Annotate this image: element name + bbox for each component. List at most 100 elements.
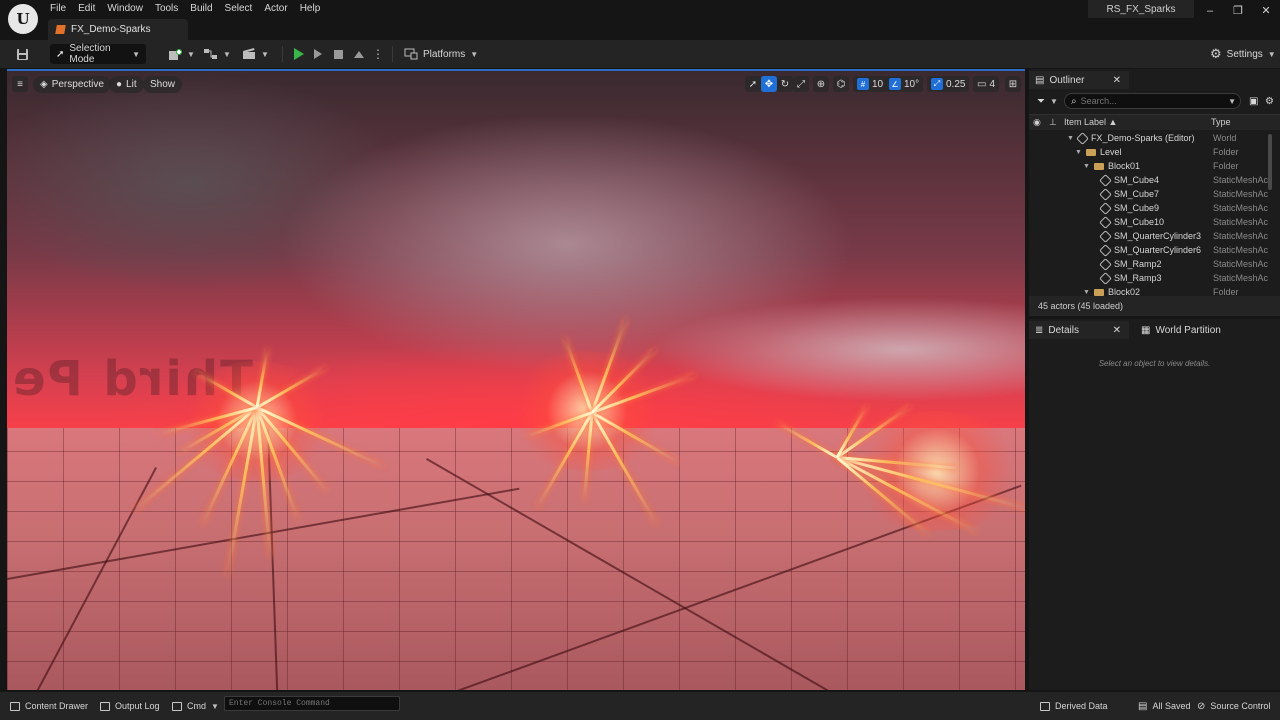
close-icon[interactable]: ✕ (1113, 75, 1123, 86)
rotation-snap-button[interactable]: ∠ 10° (885, 76, 924, 92)
unreal-logo-icon[interactable]: U (8, 4, 38, 34)
folder-add-icon: ▣ (1249, 95, 1259, 107)
menu-select[interactable]: Select (219, 0, 259, 16)
visibility-eye-icon[interactable]: ◉ (1033, 117, 1041, 128)
output-log-button[interactable]: Output Log (100, 698, 160, 714)
play-button[interactable] (288, 44, 310, 64)
derived-data-button[interactable]: Derived Data (1040, 698, 1108, 714)
rotate-tool-button[interactable]: ↻ (777, 76, 793, 92)
camera-speed-button[interactable]: ▭ 4 (973, 76, 1000, 92)
close-button[interactable]: ✕ (1256, 4, 1276, 18)
search-input[interactable] (1080, 96, 1211, 106)
filter-icon: ⏷ (1037, 95, 1045, 107)
camera-speed-value: 4 (989, 78, 996, 90)
lit-label: Lit (126, 79, 137, 90)
outliner-row[interactable]: ▼ Block02 Folder (1029, 286, 1271, 296)
save-status-icon: ▤ (1138, 700, 1148, 712)
menu-tools[interactable]: Tools (149, 0, 184, 16)
viewport-layout-button[interactable]: ⊞ (1005, 76, 1021, 92)
pin-icon[interactable]: ⊥ (1049, 117, 1057, 128)
stop-button[interactable] (328, 44, 350, 64)
outliner-row[interactable]: SM_Cube7 StaticMeshAc (1029, 187, 1271, 202)
menu-file[interactable]: File (44, 0, 72, 16)
show-button[interactable]: Show (143, 76, 183, 93)
outliner-settings-button[interactable]: ⚙ (1259, 92, 1280, 110)
translate-tool-button[interactable]: ✥ (761, 76, 777, 92)
platforms-dropdown[interactable]: Platforms ▼ (398, 44, 484, 64)
selection-mode-dropdown[interactable]: ➚ Selection Mode ▼ (50, 43, 146, 65)
outliner-search[interactable]: ⌕ ▼ (1064, 93, 1241, 109)
maximize-button[interactable]: ❐ (1228, 4, 1248, 18)
cinematics-button[interactable]: ▼ (236, 44, 275, 64)
all-saved-label: All Saved (1152, 701, 1191, 711)
menu-actor[interactable]: Actor (258, 0, 293, 16)
grid-snap-button[interactable]: # 10 (853, 76, 888, 92)
select-tool-button[interactable]: ➚ (745, 76, 761, 92)
level-viewport[interactable]: Third Pe ≡ ◈ Perspective ● Lit Show ➚ ✥ … (7, 69, 1025, 690)
item-label-column[interactable]: Item Label ▲ (1064, 117, 1117, 127)
hamburger-icon: ≡ (17, 78, 23, 90)
chevron-down-icon[interactable]: ▼ (1228, 97, 1240, 106)
outliner-row[interactable]: SM_Ramp3 StaticMeshAc (1029, 271, 1271, 286)
platforms-icon (404, 48, 418, 60)
minimize-button[interactable]: – (1200, 4, 1220, 18)
expand-caret-icon[interactable]: ▼ (1083, 163, 1090, 170)
cube-icon: ◈ (40, 79, 48, 90)
perspective-button[interactable]: ◈ Perspective (33, 76, 111, 93)
globe-icon: ⊕ (816, 78, 826, 90)
world-partition-label: World Partition (1155, 324, 1221, 336)
expand-caret-icon[interactable]: ▼ (1075, 149, 1082, 156)
outliner-row[interactable]: ▼ FX_Demo-Sparks (Editor) World (1029, 131, 1271, 146)
menu-bar: File Edit Window Tools Build Select Acto… (44, 0, 326, 16)
outliner-row[interactable]: SM_Cube10 StaticMeshAc (1029, 215, 1271, 230)
outliner-row[interactable]: SM_QuarterCylinder6 StaticMeshAc (1029, 243, 1271, 258)
source-control-button[interactable]: ⊘ Source Control (1197, 698, 1270, 714)
world-local-toggle[interactable]: ⊕ (813, 76, 829, 92)
cmd-dropdown[interactable]: Cmd ▼ (172, 698, 219, 714)
lit-button[interactable]: ● Lit (109, 76, 144, 93)
expand-caret-icon[interactable]: ▼ (1067, 135, 1074, 142)
add-content-button[interactable]: ▼ (162, 44, 201, 64)
details-tab[interactable]: ≣ Details ✕ (1029, 321, 1129, 339)
outliner-tab[interactable]: ▤ Outliner ✕ (1029, 71, 1129, 89)
outliner-row[interactable]: SM_QuarterCylinder3 StaticMeshAc (1029, 229, 1271, 244)
output-log-label: Output Log (115, 701, 160, 711)
level-document-tab[interactable]: FX_Demo-Sparks (48, 19, 188, 40)
derived-data-icon (1040, 701, 1050, 711)
viewport-menu-button[interactable]: ≡ (12, 76, 28, 92)
type-column[interactable]: Type (1211, 117, 1231, 127)
filter-button[interactable]: ⏷ ▼ (1031, 92, 1064, 110)
all-saved-button[interactable]: ▤ All Saved (1138, 698, 1190, 714)
console-command-input[interactable] (224, 696, 400, 711)
chevron-down-icon: ▼ (1267, 49, 1276, 59)
add-actor-icon (169, 48, 182, 60)
outliner-scrollbar[interactable] (1268, 134, 1272, 190)
folder-icon (1093, 288, 1104, 296)
outliner-row[interactable]: SM_Cube4 StaticMeshAc (1029, 173, 1271, 188)
static-mesh-icon (1099, 229, 1112, 243)
menu-window[interactable]: Window (101, 0, 149, 16)
scale-tool-button[interactable]: ⤢ (793, 76, 809, 92)
advance-frame-button[interactable] (308, 44, 330, 64)
outliner-row[interactable]: ▼ Block01 Folder (1029, 160, 1271, 174)
outliner-row[interactable]: SM_Ramp2 StaticMeshAc (1029, 257, 1271, 272)
static-mesh-icon (1099, 187, 1112, 201)
scale-snap-button[interactable]: ⤢ 0.25 (927, 76, 970, 92)
menu-edit[interactable]: Edit (72, 0, 101, 16)
static-mesh-icon (1099, 243, 1112, 257)
menu-build[interactable]: Build (184, 0, 218, 16)
menu-help[interactable]: Help (294, 0, 327, 16)
world-partition-tab[interactable]: ▦ World Partition (1135, 321, 1227, 339)
surface-snap-button[interactable]: ⌬ (833, 76, 849, 92)
close-icon[interactable]: ✕ (1113, 325, 1123, 336)
project-name: RS_FX_Sparks (1088, 0, 1194, 18)
blueprint-button[interactable]: ▼ (198, 44, 237, 64)
content-drawer-button[interactable]: Content Drawer (10, 698, 88, 714)
outliner-row[interactable]: SM_Cube9 StaticMeshAc (1029, 201, 1271, 216)
play-options-button[interactable]: ⋮ (366, 44, 384, 64)
save-button[interactable] (10, 44, 35, 64)
perspective-label: Perspective (51, 79, 104, 90)
settings-dropdown[interactable]: ⚙ Settings ▼ (1204, 44, 1280, 64)
outliner-row[interactable]: ▼ Level Folder (1029, 146, 1271, 160)
expand-caret-icon[interactable]: ▼ (1083, 289, 1090, 296)
